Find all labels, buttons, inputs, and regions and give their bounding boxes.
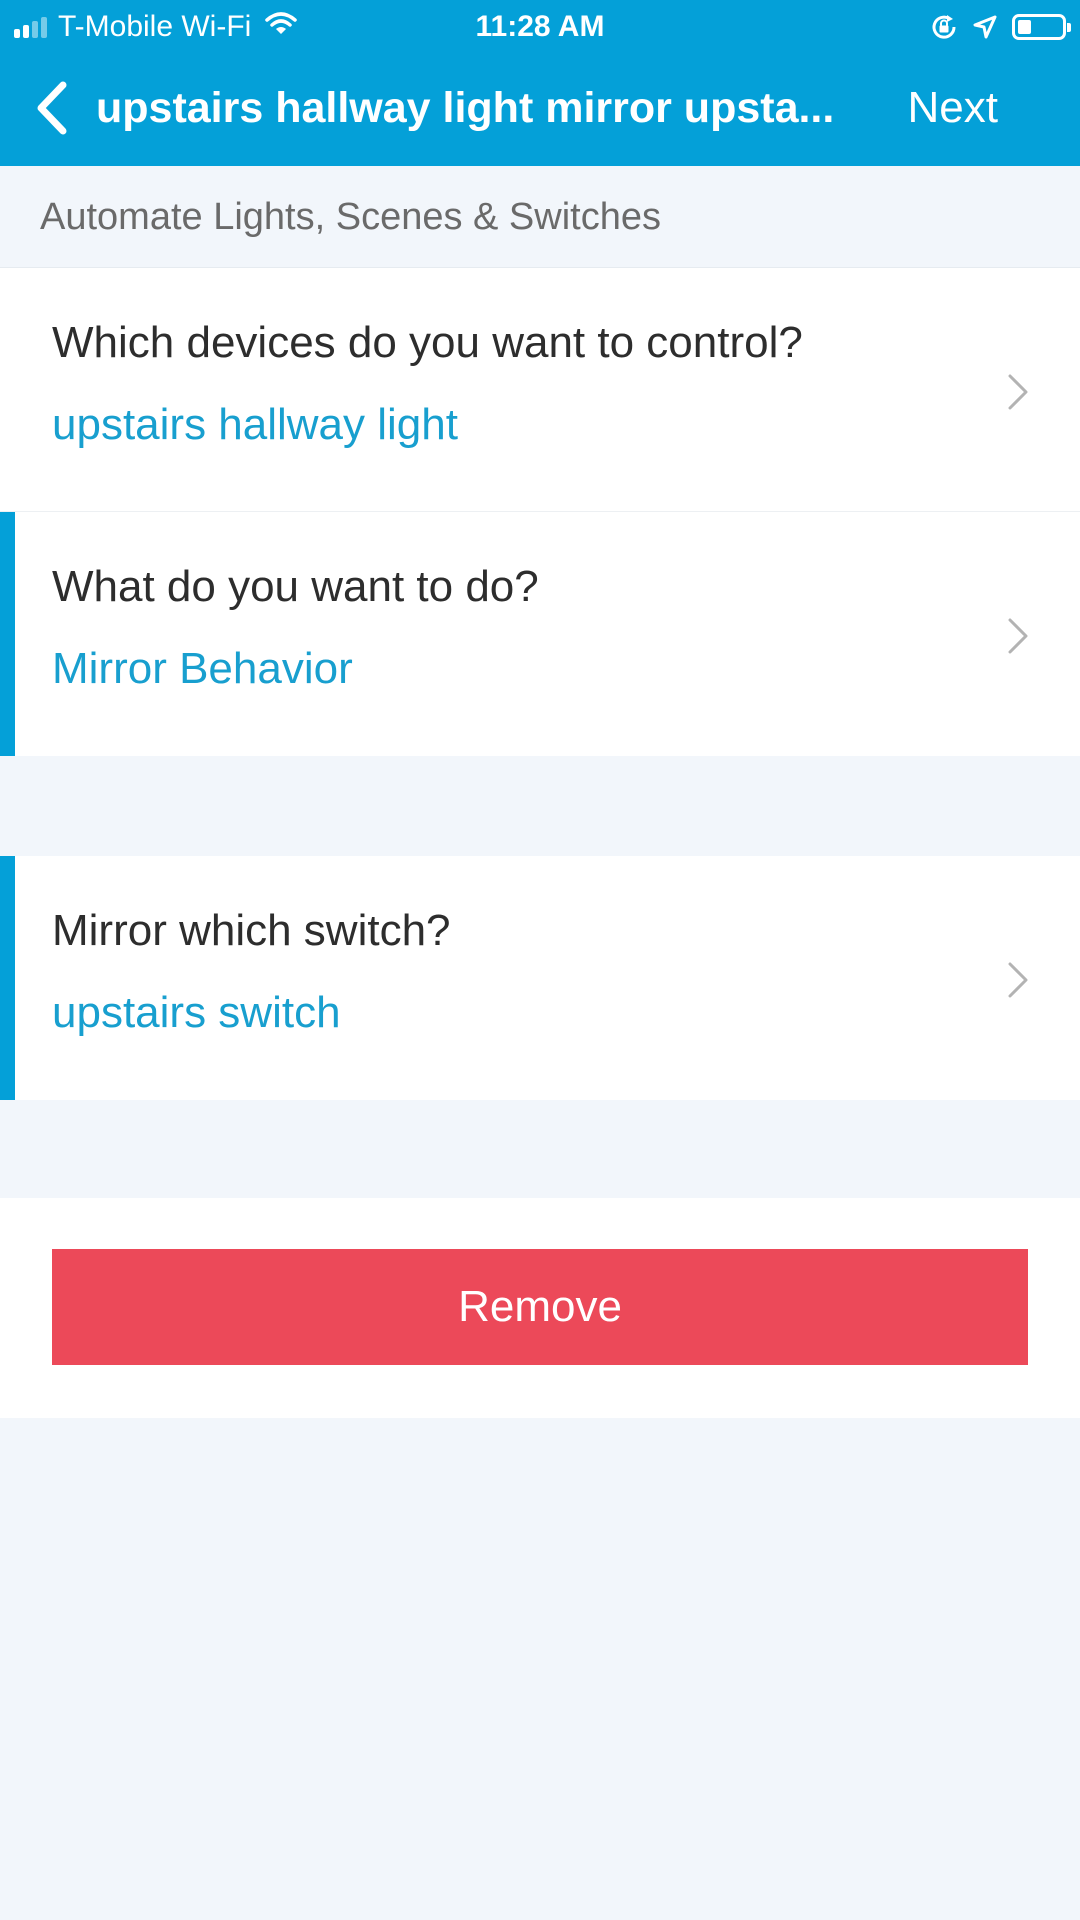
nav-bar: upstairs hallway light mirror upsta... N…: [0, 54, 1080, 166]
chevron-left-icon: [37, 81, 67, 135]
page-title: upstairs hallway light mirror upsta...: [96, 84, 835, 132]
orientation-lock-icon: [930, 13, 958, 41]
chevron-right-icon: [1008, 962, 1028, 998]
mirror-switch-answer: upstairs switch: [52, 988, 341, 1037]
status-right: [916, 8, 1071, 46]
row-accent-bar: [0, 856, 15, 1100]
devices-question: Which devices do you want to control?: [52, 318, 803, 367]
mirror-switch-question: Mirror which switch?: [52, 906, 451, 955]
back-button[interactable]: [22, 76, 82, 140]
battery-icon: [1012, 14, 1071, 40]
action-answer: Mirror Behavior: [52, 644, 353, 693]
row-accent-bar: [0, 512, 15, 756]
action-row[interactable]: What do you want to do? Mirror Behavior: [0, 512, 1080, 756]
remove-button[interactable]: Remove: [52, 1249, 1028, 1365]
action-question: What do you want to do?: [52, 562, 539, 611]
devices-row[interactable]: Which devices do you want to control? up…: [0, 268, 1080, 512]
app-header: T-Mobile Wi-Fi 11:28 AM upstairs hallway…: [0, 0, 1080, 166]
devices-answer: upstairs hallway light: [52, 400, 458, 449]
chevron-right-icon: [1008, 618, 1028, 654]
remove-panel: Remove: [0, 1198, 1080, 1418]
location-icon: [972, 14, 998, 40]
section-header-label: Automate Lights, Scenes & Switches: [40, 196, 661, 238]
chevron-right-icon: [1008, 374, 1028, 410]
status-bar: T-Mobile Wi-Fi 11:28 AM: [0, 0, 1080, 54]
mirror-switch-row[interactable]: Mirror which switch? upstairs switch: [0, 856, 1080, 1100]
section-header: Automate Lights, Scenes & Switches: [0, 166, 1080, 268]
next-button[interactable]: Next: [908, 78, 998, 138]
